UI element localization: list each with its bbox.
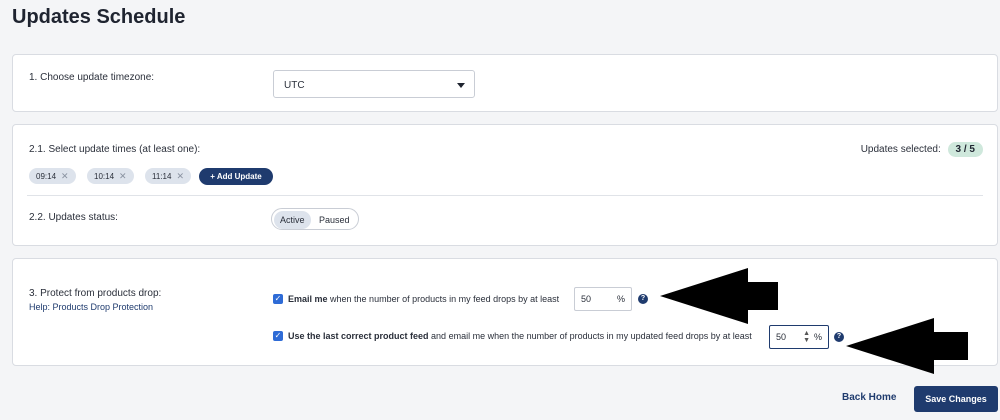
save-button[interactable]: Save Changes	[914, 386, 998, 412]
timezone-card: 1. Choose update timezone: UTC	[12, 54, 998, 112]
status-label: 2.2. Updates status:	[29, 212, 118, 223]
add-update-button[interactable]: + Add Update	[199, 168, 273, 185]
arrow-left-icon	[846, 318, 968, 374]
time-chip-label: 10:14	[94, 172, 115, 181]
email-option-text: Email me when the number of products in …	[288, 294, 559, 304]
close-icon[interactable]: ✕	[176, 171, 184, 181]
updates-selected-label: Updates selected:	[860, 144, 941, 155]
page-title: Updates Schedule	[12, 6, 186, 28]
fallback-threshold-value: 50	[776, 332, 787, 342]
chevron-down-icon	[457, 83, 465, 88]
fallback-checkbox[interactable]: ✓	[273, 331, 283, 341]
protect-label: 3. Protect from products drop:	[29, 288, 162, 299]
back-home-button[interactable]: Back Home	[842, 392, 896, 403]
time-chip[interactable]: 09:14 ✕	[29, 168, 76, 184]
fallback-option-rest: and email me when the number of products…	[428, 331, 752, 341]
time-chip-label: 09:14	[36, 172, 57, 181]
time-chip-label: 11:14	[152, 172, 172, 181]
updates-selected: Updates selected: 3 / 5	[861, 142, 983, 157]
divider	[27, 195, 983, 196]
add-update-label: Add Update	[216, 172, 262, 181]
status-badge: 3 / 5	[947, 142, 983, 157]
times-card: 2.1. Select update times (at least one):…	[12, 124, 998, 246]
email-threshold-value: 50	[581, 294, 592, 304]
question-icon[interactable]: ?	[834, 332, 844, 342]
email-option-rest: when the number of products in my feed d…	[327, 294, 560, 304]
status-toggle[interactable]: Active Paused	[271, 208, 359, 230]
fallback-option-text: Use the last correct product feed and em…	[288, 331, 752, 341]
plus-icon: +	[210, 172, 215, 181]
stepper-icon[interactable]: ▲ ▼	[803, 330, 810, 344]
email-checkbox[interactable]: ✓	[273, 294, 283, 304]
question-icon[interactable]: ?	[638, 294, 648, 304]
help-link[interactable]: Help: Products Drop Protection	[29, 302, 153, 312]
status-option-paused[interactable]: Paused	[313, 211, 356, 229]
timezone-value: UTC	[284, 80, 305, 91]
percent-unit: %	[813, 332, 822, 342]
arrow-left-icon	[660, 268, 778, 324]
close-icon[interactable]: ✕	[119, 171, 127, 181]
timezone-select[interactable]: UTC	[273, 70, 475, 98]
fallback-option-bold: Use the last correct product feed	[288, 331, 429, 341]
timezone-label: 1. Choose update timezone:	[29, 72, 155, 83]
close-icon[interactable]: ✕	[61, 171, 69, 181]
email-option-bold: Email me	[288, 294, 328, 304]
percent-unit: %	[616, 294, 625, 304]
time-chip[interactable]: 10:14 ✕	[87, 168, 134, 184]
email-threshold-input[interactable]: 50 %	[574, 287, 632, 311]
times-label: 2.1. Select update times (at least one):	[29, 144, 201, 155]
fallback-threshold-input[interactable]: 50 ▲ ▼ %	[769, 325, 829, 349]
status-option-active[interactable]: Active	[274, 211, 311, 229]
time-chip[interactable]: 11:14 ✕	[145, 168, 191, 184]
